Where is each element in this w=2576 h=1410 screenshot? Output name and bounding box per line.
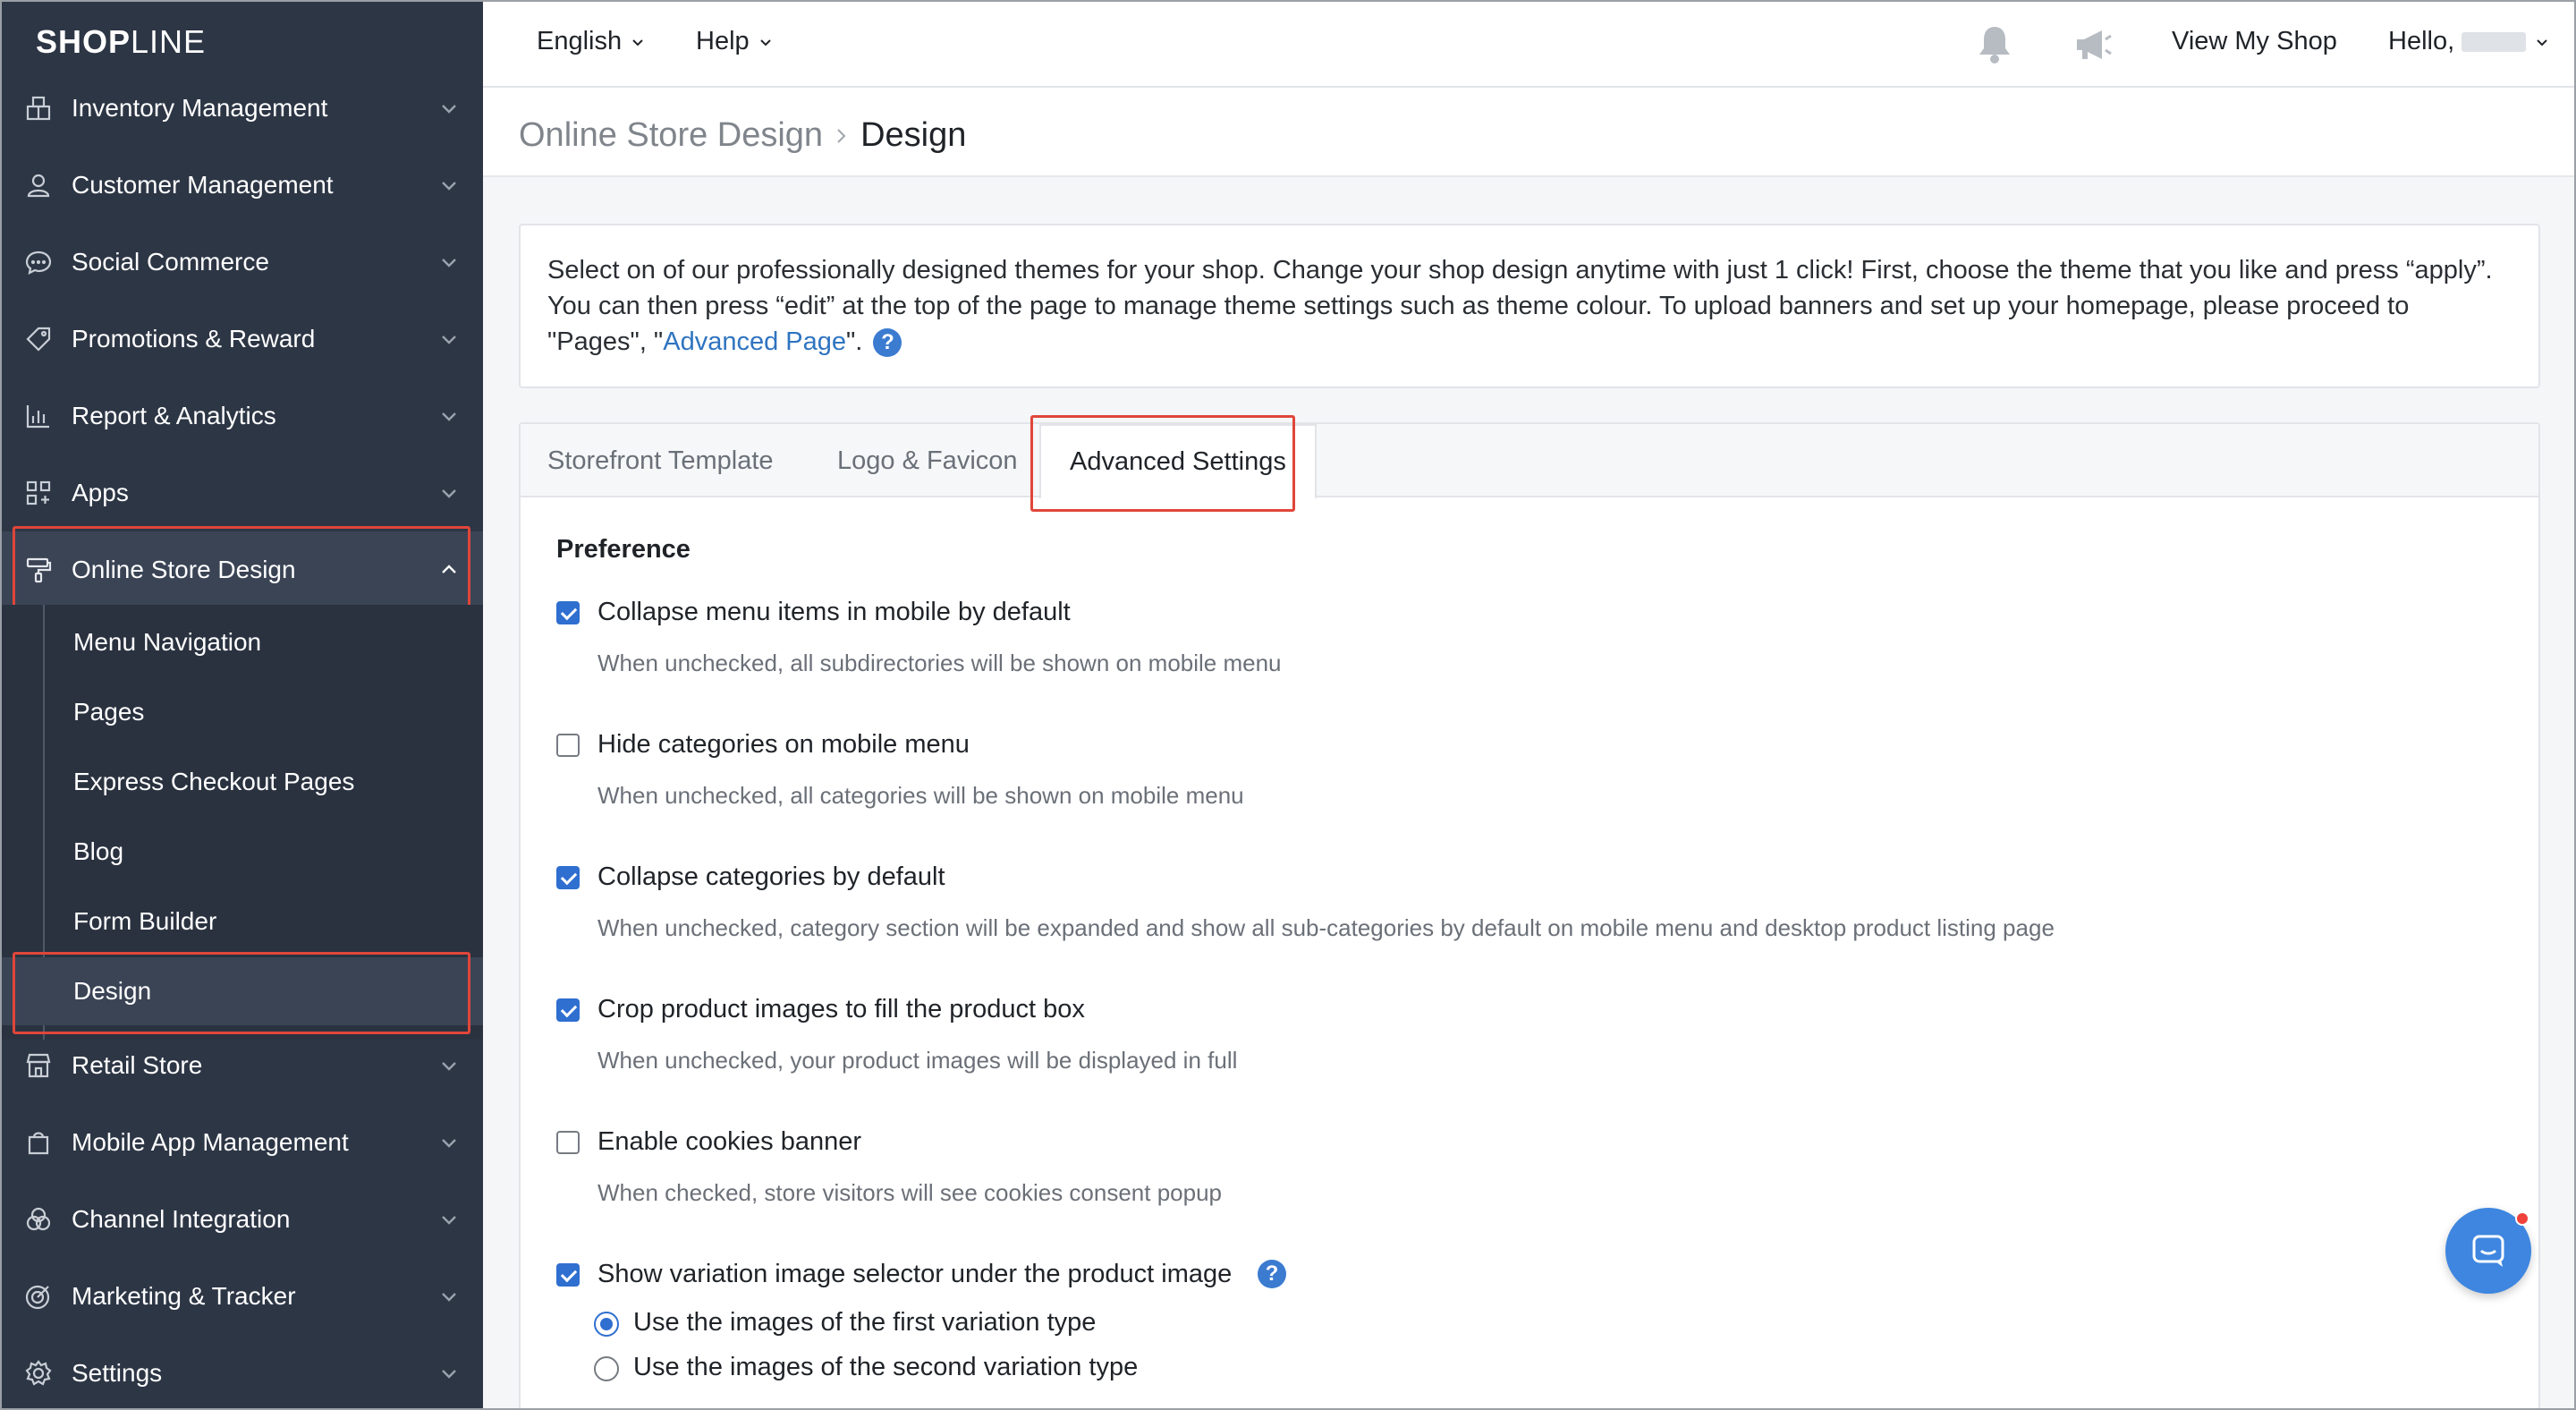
sidebar-item-label: Customer Management xyxy=(72,171,334,199)
breadcrumb-current: Design xyxy=(860,116,967,154)
radio-second-variation[interactable] xyxy=(594,1356,619,1381)
chevron-down-icon xyxy=(442,412,456,421)
chevron-down-icon xyxy=(442,1062,456,1071)
sidebar-item-label: Report & Analytics xyxy=(72,402,276,429)
chevron-down-icon xyxy=(442,1139,456,1148)
highlight-box xyxy=(1030,415,1295,512)
radio-label: Use the images of the first variation ty… xyxy=(633,1308,1097,1337)
username-redacted xyxy=(2462,31,2527,52)
tab-logo-favicon[interactable]: Logo & Favicon xyxy=(837,424,1018,497)
chevron-down-icon xyxy=(442,259,456,268)
gear-icon xyxy=(23,1358,54,1389)
sidebar-item-social-commerce[interactable]: Social Commerce xyxy=(0,224,483,301)
sidebar-item-settings[interactable]: Settings xyxy=(0,1335,483,1410)
help-question-icon[interactable]: ? xyxy=(1258,1260,1286,1288)
sidebar-item-label: Retail Store xyxy=(72,1051,203,1079)
chevron-down-icon xyxy=(442,336,456,344)
sidebar-item-retail-store[interactable]: Retail Store xyxy=(0,1027,483,1104)
megaphone-icon[interactable] xyxy=(2070,21,2116,68)
sidebar-subitem-form-builder[interactable]: Form Builder xyxy=(0,888,483,956)
tab-storefront-template[interactable]: Storefront Template xyxy=(547,424,774,497)
chevron-down-icon xyxy=(442,1293,456,1302)
sidebar-item-customer-management[interactable]: Customer Management xyxy=(0,147,483,224)
sidebar-subitem-express-checkout-pages[interactable]: Express Checkout Pages xyxy=(0,748,483,816)
sidebar-item-label: Promotions & Reward xyxy=(72,325,316,352)
inventory-icon xyxy=(23,93,54,123)
sidebar-item-report-analytics[interactable]: Report & Analytics xyxy=(0,378,483,454)
view-my-shop-link[interactable]: View My Shop xyxy=(2172,27,2337,56)
notification-dot xyxy=(2515,1211,2529,1226)
store-icon xyxy=(23,1050,54,1081)
chevron-down-icon xyxy=(442,489,456,498)
bar-chart-icon xyxy=(23,401,54,431)
chevron-down-icon xyxy=(632,38,643,46)
chat-icon xyxy=(2472,1235,2504,1267)
help-menu[interactable]: Help xyxy=(696,27,775,56)
sidebar-item-label: Settings xyxy=(72,1359,163,1387)
chevron-down-icon xyxy=(759,38,771,46)
sidebar-item-mobile-app-management[interactable]: Mobile App Management xyxy=(0,1104,483,1181)
chevron-down-icon xyxy=(2537,38,2547,46)
checkbox[interactable] xyxy=(556,734,580,757)
person-icon xyxy=(23,170,54,200)
chevron-down-icon xyxy=(442,1216,456,1225)
breadcrumb-bar: Online Store Design Design xyxy=(483,89,2576,177)
sidebar-item-label: Social Commerce xyxy=(72,248,269,276)
main-content: Online Store Design Design Select on of … xyxy=(483,89,2576,1410)
tag-icon xyxy=(23,324,54,354)
sidebar-item-promotions-reward[interactable]: Promotions & Reward xyxy=(0,301,483,378)
sidebar-subitem-blog[interactable]: Blog xyxy=(0,818,483,886)
help-question-icon[interactable]: ? xyxy=(873,328,902,358)
highlight-box xyxy=(13,952,470,1034)
chevron-down-icon xyxy=(442,105,456,114)
shopping-bag-icon xyxy=(23,1127,54,1158)
target-icon xyxy=(23,1281,54,1312)
sidebar-item-channel-integration[interactable]: Channel Integration xyxy=(0,1181,483,1258)
checkbox[interactable] xyxy=(556,866,580,889)
chevron-down-icon xyxy=(442,182,456,191)
sidebar-item-marketing-tracker[interactable]: Marketing & Tracker xyxy=(0,1258,483,1335)
breadcrumb-parent[interactable]: Online Store Design xyxy=(519,116,823,155)
chevron-right-icon xyxy=(837,128,846,143)
sidebar-subitem-pages[interactable]: Pages xyxy=(0,678,483,746)
sidebar-item-label: Apps xyxy=(72,479,129,506)
sidebar-item-label: Mobile App Management xyxy=(72,1128,349,1156)
user-menu[interactable]: Hello, xyxy=(2388,27,2551,56)
sidebar: SHOPLINE Inventory Management Customer M… xyxy=(0,0,483,1410)
shopline-logo[interactable]: SHOPLINE xyxy=(36,23,206,61)
apps-grid-icon xyxy=(23,478,54,508)
sidebar-subitem-menu-navigation[interactable]: Menu Navigation xyxy=(0,608,483,676)
sidebar-item-label: Inventory Management xyxy=(72,94,328,122)
sidebar-item-label: Marketing & Tracker xyxy=(72,1282,296,1310)
channels-icon xyxy=(23,1204,54,1235)
settings-panel: Storefront Template Logo & Favicon Advan… xyxy=(519,415,2540,1410)
radio-label: Use the images of the second variation t… xyxy=(633,1353,1139,1381)
checkbox[interactable] xyxy=(556,1263,580,1287)
top-bar: English Help View My Shop Hello, xyxy=(483,0,2576,88)
chevron-down-icon xyxy=(442,1370,456,1379)
advanced-page-link[interactable]: Advanced Page xyxy=(663,327,846,356)
info-box: Select on of our professionally designed… xyxy=(519,224,2540,388)
breadcrumb: Online Store Design Design xyxy=(519,116,966,155)
checkbox[interactable] xyxy=(556,601,580,624)
checkbox[interactable] xyxy=(556,1131,580,1154)
sidebar-item-label: Channel Integration xyxy=(72,1205,291,1233)
highlight-box xyxy=(13,526,470,612)
checkbox[interactable] xyxy=(556,998,580,1022)
sidebar-item-apps[interactable]: Apps xyxy=(0,454,483,531)
preference-heading: Preference xyxy=(556,535,691,564)
language-selector[interactable]: English xyxy=(537,27,647,56)
chat-bubble-icon xyxy=(23,247,54,277)
bell-icon[interactable] xyxy=(1971,21,2018,68)
sidebar-item-inventory-management[interactable]: Inventory Management xyxy=(0,70,483,147)
chat-launcher-button[interactable] xyxy=(2445,1208,2531,1294)
radio-first-variation[interactable] xyxy=(594,1312,619,1337)
tab-bar: Storefront Template Logo & Favicon Advan… xyxy=(521,424,2538,499)
